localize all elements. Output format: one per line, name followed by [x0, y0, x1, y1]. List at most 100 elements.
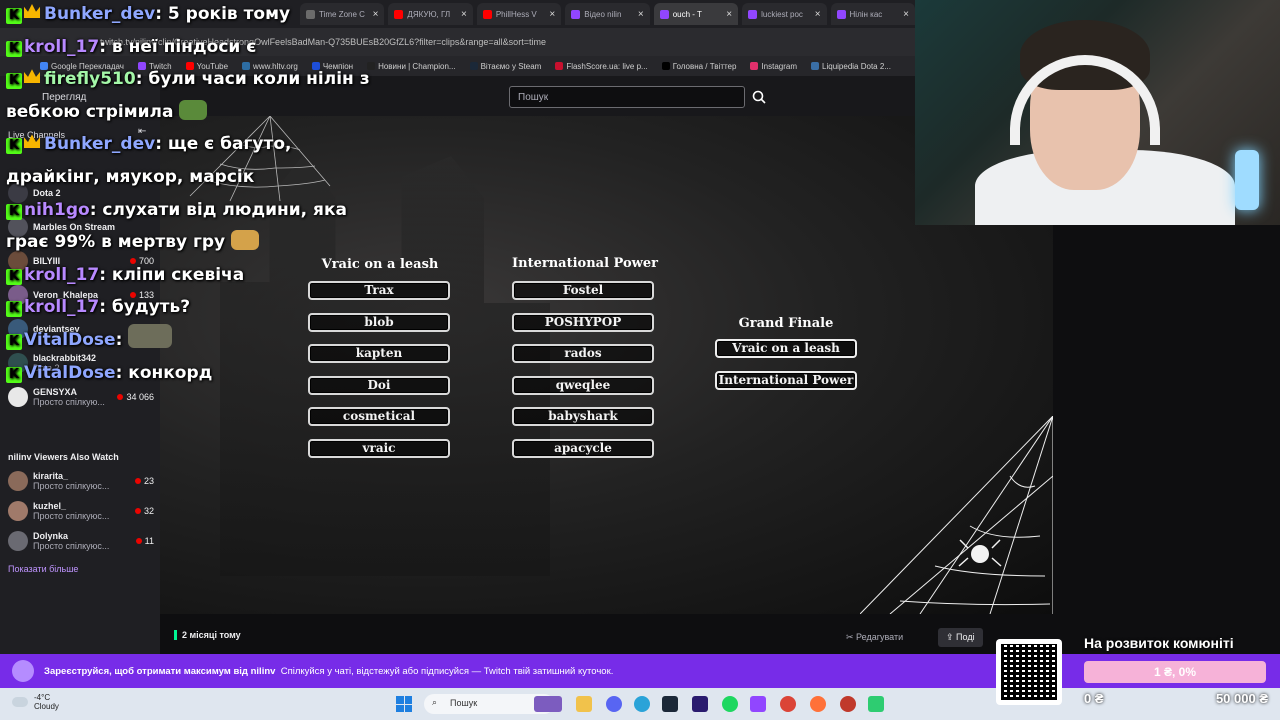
premiere-icon[interactable] [692, 696, 708, 712]
bookmark-label: Головна / Твіттер [672, 61, 737, 71]
tab-favicon-icon [659, 9, 669, 19]
widget-icon[interactable] [534, 696, 562, 712]
close-icon[interactable]: × [815, 9, 821, 20]
windows-start-icon[interactable] [396, 696, 412, 712]
team2-player: rados [512, 344, 654, 363]
bookmark-item[interactable]: Вітаємо у Steam [469, 61, 542, 71]
close-icon[interactable]: × [726, 9, 732, 20]
telegram-icon[interactable] [634, 696, 650, 712]
channel-meta: Dolynka Просто спілкуюс... [33, 531, 131, 551]
tab-label: ДЯКУЮ, ГЛ [407, 9, 451, 19]
bookmark-item[interactable]: FlashScore.ua: live р... [555, 61, 648, 71]
file-explorer-icon[interactable] [576, 696, 592, 712]
finalist: Vraic on a leash [715, 339, 857, 358]
obs-icon[interactable] [840, 696, 856, 712]
browser-tab[interactable]: Відео nilin × [565, 3, 650, 25]
crown-badge-icon [24, 134, 40, 149]
chat-message: Kkroll_17: будуть? [6, 291, 190, 323]
recommended-channel[interactable]: Dolynka Просто спілкуюс... 11 [8, 528, 154, 554]
avatar [8, 471, 28, 491]
chat-message: Kkroll_17: кліпи скевіча [6, 259, 244, 291]
tab-label: Нілін кас [849, 9, 883, 19]
donation-max: 50 000 ₴ [1215, 691, 1268, 706]
bookmark-item[interactable]: Новини | Champion... [367, 62, 456, 71]
team2-title: International Power [512, 256, 658, 271]
donation-title: На розвиток комюніті [1084, 635, 1234, 651]
app-icon[interactable] [868, 696, 884, 712]
chat-text: : в неї піндоси є [99, 36, 257, 57]
close-icon[interactable]: × [373, 9, 379, 20]
kick-badge-icon: K [6, 40, 22, 57]
chat-message: K Bunker_dev: 5 років тому [6, 0, 290, 30]
search-input[interactable]: Пошук [509, 86, 745, 108]
chat-text: : 5 років тому [155, 4, 291, 24]
channel-meta: kirarita_ Просто спілкуюс... [33, 471, 130, 491]
browser-tab[interactable]: luckiest poc × [742, 3, 827, 25]
browser-tab[interactable]: PhillHess V × [476, 3, 562, 25]
twitch-icon[interactable] [750, 696, 766, 712]
donation-progress: 1 ₴, 0% [1084, 661, 1266, 683]
bookmark-label: Вітаємо у Steam [480, 61, 542, 71]
channel-name: Dolynka [33, 531, 69, 541]
channel-game: Просто спілкуюс... [33, 541, 110, 551]
right-panel [1053, 225, 1280, 615]
chat-text: драйкінг, мяукор, марсік [6, 167, 255, 187]
edit-button[interactable]: ✂ Редагувати [846, 632, 903, 643]
screen: Time Zone C × ДЯКУЮ, ГЛ × PhillHess V × Відео … [0, 0, 1280, 720]
bookmark-item[interactable]: Liquipedia Dota 2... [811, 62, 891, 71]
recommended-channel[interactable]: kirarita_ Просто спілкуюс... 23 [8, 468, 154, 494]
share-button[interactable]: ⇪ Поді [938, 628, 983, 647]
chat-overlay: K Bunker_dev: 5 років тому Kkroll_17: в не… [0, 0, 370, 402]
spotify-icon[interactable] [722, 696, 738, 712]
bookmark-item[interactable]: Головна / Твіттер [661, 61, 737, 71]
banner-text: Спілкуйся у чаті, відстежуй або підписуй… [280, 665, 614, 677]
bookmark-favicon-icon [555, 62, 564, 70]
chat-message: грає 99% в мертву гру [6, 226, 260, 258]
bookmark-favicon-icon [661, 62, 670, 70]
edit-label: Редагувати [856, 632, 904, 642]
chat-text: : кліпи скевіча [99, 264, 245, 285]
chat-message: Knih1go: слухати від людини, яка [6, 194, 347, 226]
team2-player: qweqlee [512, 375, 654, 395]
weather-widget[interactable]: -4°C Cloudy [12, 693, 59, 711]
show-more-link[interactable]: Показати більше [8, 564, 78, 574]
browser-tab[interactable]: ouch - T × [653, 3, 739, 25]
chat-text: : будуть? [99, 297, 191, 318]
close-icon[interactable]: × [549, 9, 555, 20]
bookmark-item[interactable]: Instagram [750, 62, 797, 71]
viewer-count: 23 [134, 476, 154, 486]
webcam-feed [915, 0, 1280, 225]
chat-message: K VitalDose: конкорд [6, 357, 212, 389]
tab-label: Відео nilin [584, 9, 622, 19]
taskbar-search-label: Пошук [450, 698, 478, 708]
tab-favicon-icon [482, 9, 492, 19]
donation-min: 0 ₴ [1084, 691, 1104, 706]
search-button[interactable] [748, 86, 770, 108]
qr-code [996, 639, 1062, 705]
bookmark-label: FlashScore.ua: live р... [566, 61, 648, 71]
bookmark-favicon-icon [469, 62, 478, 70]
viewer-count-value: 32 [143, 506, 154, 516]
close-icon[interactable]: × [461, 9, 467, 20]
browser-tab[interactable]: ДЯКУЮ, ГЛ × [388, 3, 473, 25]
chrome-icon[interactable] [780, 696, 796, 712]
close-icon[interactable]: × [638, 9, 644, 20]
weather-condition: Cloudy [34, 702, 59, 711]
avatar [8, 501, 28, 521]
kick-badge-icon: K [6, 268, 22, 285]
chat-username: Bunker_dev [44, 134, 156, 155]
chat-username: kroll_17 [24, 297, 100, 318]
weather-temp: -4°C [34, 693, 51, 702]
channel-avatar [12, 660, 34, 682]
firefox-icon[interactable] [810, 696, 826, 712]
discord-icon[interactable] [606, 696, 622, 712]
steam-icon[interactable] [662, 696, 678, 712]
chat-username: kroll_17 [24, 36, 100, 57]
chat-message: K Bunker_dev: ще є багуто, [6, 128, 291, 160]
browser-tab[interactable]: Нілін кас × [830, 3, 915, 25]
tab-favicon-icon [836, 9, 846, 19]
scissors-icon: ✂ [846, 632, 857, 642]
close-icon[interactable]: × [903, 9, 909, 20]
chat-message: вебкою стрімила [6, 96, 208, 128]
recommended-channel[interactable]: kuzhel_ Просто спілкуюс... 32 [8, 498, 154, 524]
